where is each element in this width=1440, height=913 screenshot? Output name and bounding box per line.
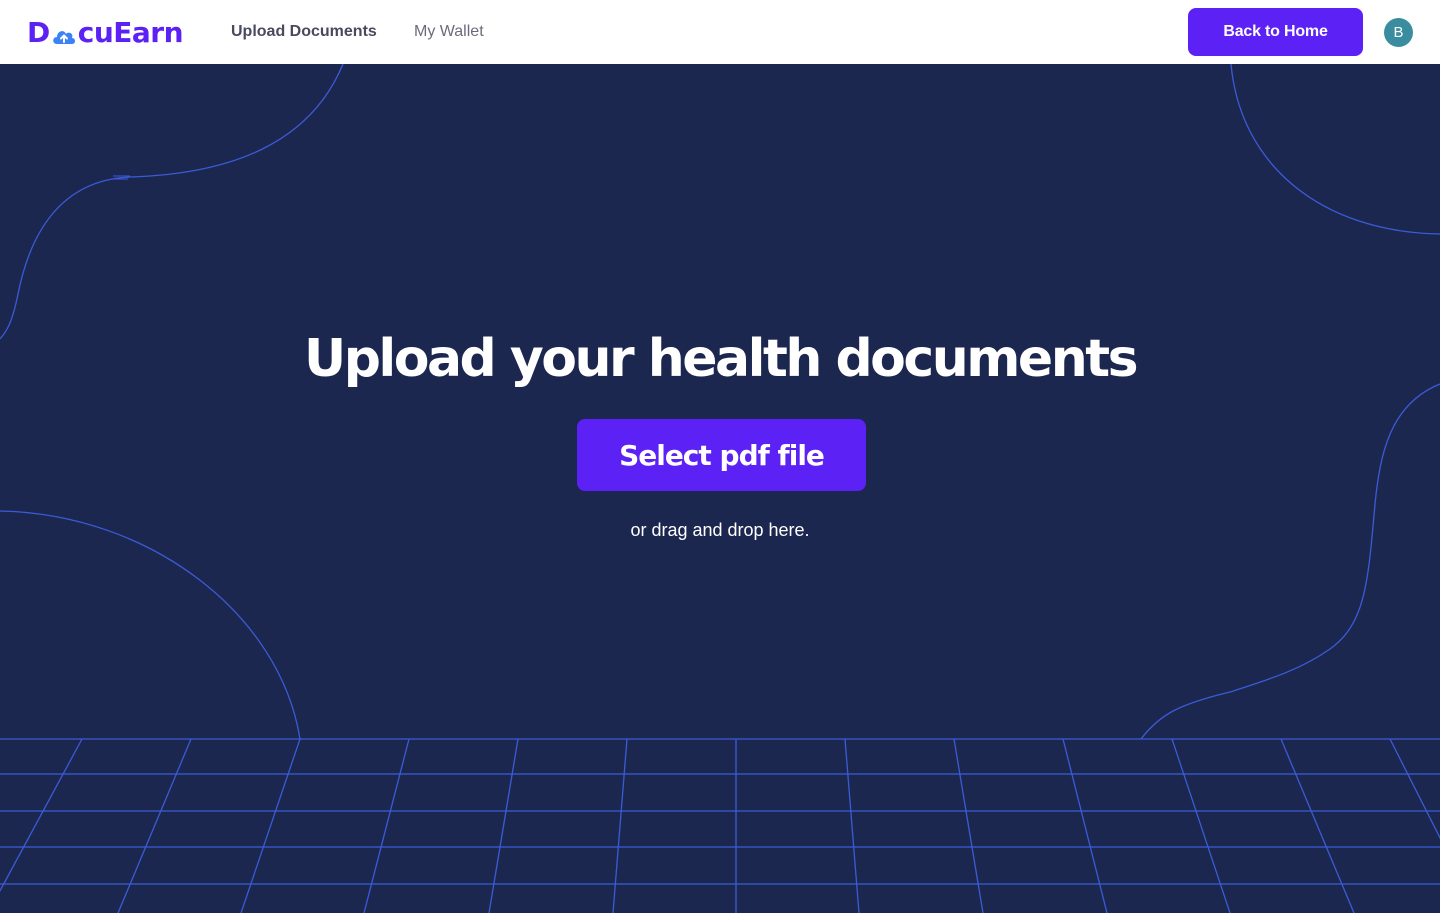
nav-my-wallet[interactable]: My Wallet xyxy=(414,20,484,44)
select-pdf-file-button[interactable]: Select pdf file xyxy=(577,419,866,491)
top-navigation-bar: D cuEarn Upload Documents My Wallet Back… xyxy=(0,0,1440,64)
cloud-upload-icon xyxy=(51,21,77,44)
nav-upload-documents[interactable]: Upload Documents xyxy=(231,20,377,44)
user-avatar[interactable]: B xyxy=(1384,18,1413,47)
logo-text-suffix: cuEarn xyxy=(77,15,184,49)
docuearn-logo[interactable]: D cuEarn xyxy=(27,12,184,52)
drag-drop-hint: or drag and drop here. xyxy=(630,520,810,540)
page-headline: Upload your health documents xyxy=(303,329,1139,389)
logo-text-prefix: D xyxy=(27,15,50,49)
upload-hero-section[interactable]: Upload your health documents Select pdf … xyxy=(0,64,1440,913)
back-to-home-button[interactable]: Back to Home xyxy=(1188,8,1363,56)
